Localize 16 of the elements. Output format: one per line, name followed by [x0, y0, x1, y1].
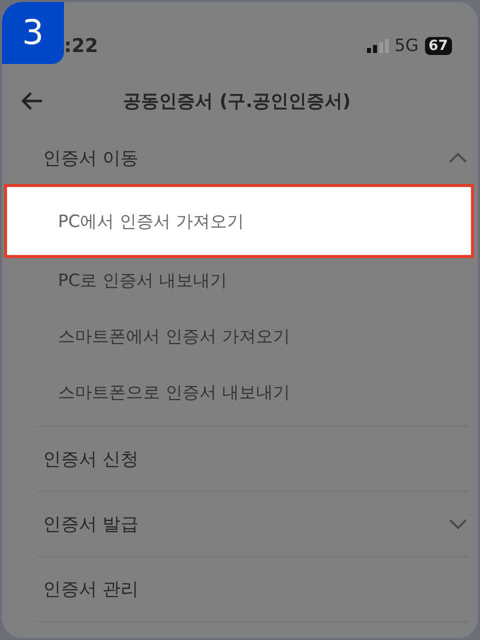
- chevron-icon[interactable]: [448, 518, 468, 530]
- step-badge: 3: [2, 2, 64, 64]
- menu-item[interactable]: 인증서 관리: [37, 557, 468, 622]
- status-time: :22: [64, 35, 100, 57]
- menu-item[interactable]: 인증서 발급: [37, 492, 468, 557]
- submenu-item[interactable]: 스마트폰으로 인증서 내보내기: [37, 364, 468, 420]
- submenu-item[interactable]: 스마트폰에서 인증서 가져오기: [37, 308, 468, 364]
- menu-item[interactable]: 인증서 신청: [37, 427, 468, 492]
- back-arrow-icon[interactable]: [20, 91, 44, 111]
- menu-item[interactable]: 인증서 이동: [37, 132, 468, 184]
- page-title: 공동인증서 (구.공인인증서): [122, 90, 352, 113]
- signal-icon: [366, 39, 389, 53]
- battery-level: 67: [424, 37, 452, 55]
- network-label: 5G: [394, 36, 419, 56]
- submenu-item[interactable]: PC에서 인증서 가져오기: [4, 184, 474, 258]
- chevron-icon[interactable]: [448, 152, 468, 164]
